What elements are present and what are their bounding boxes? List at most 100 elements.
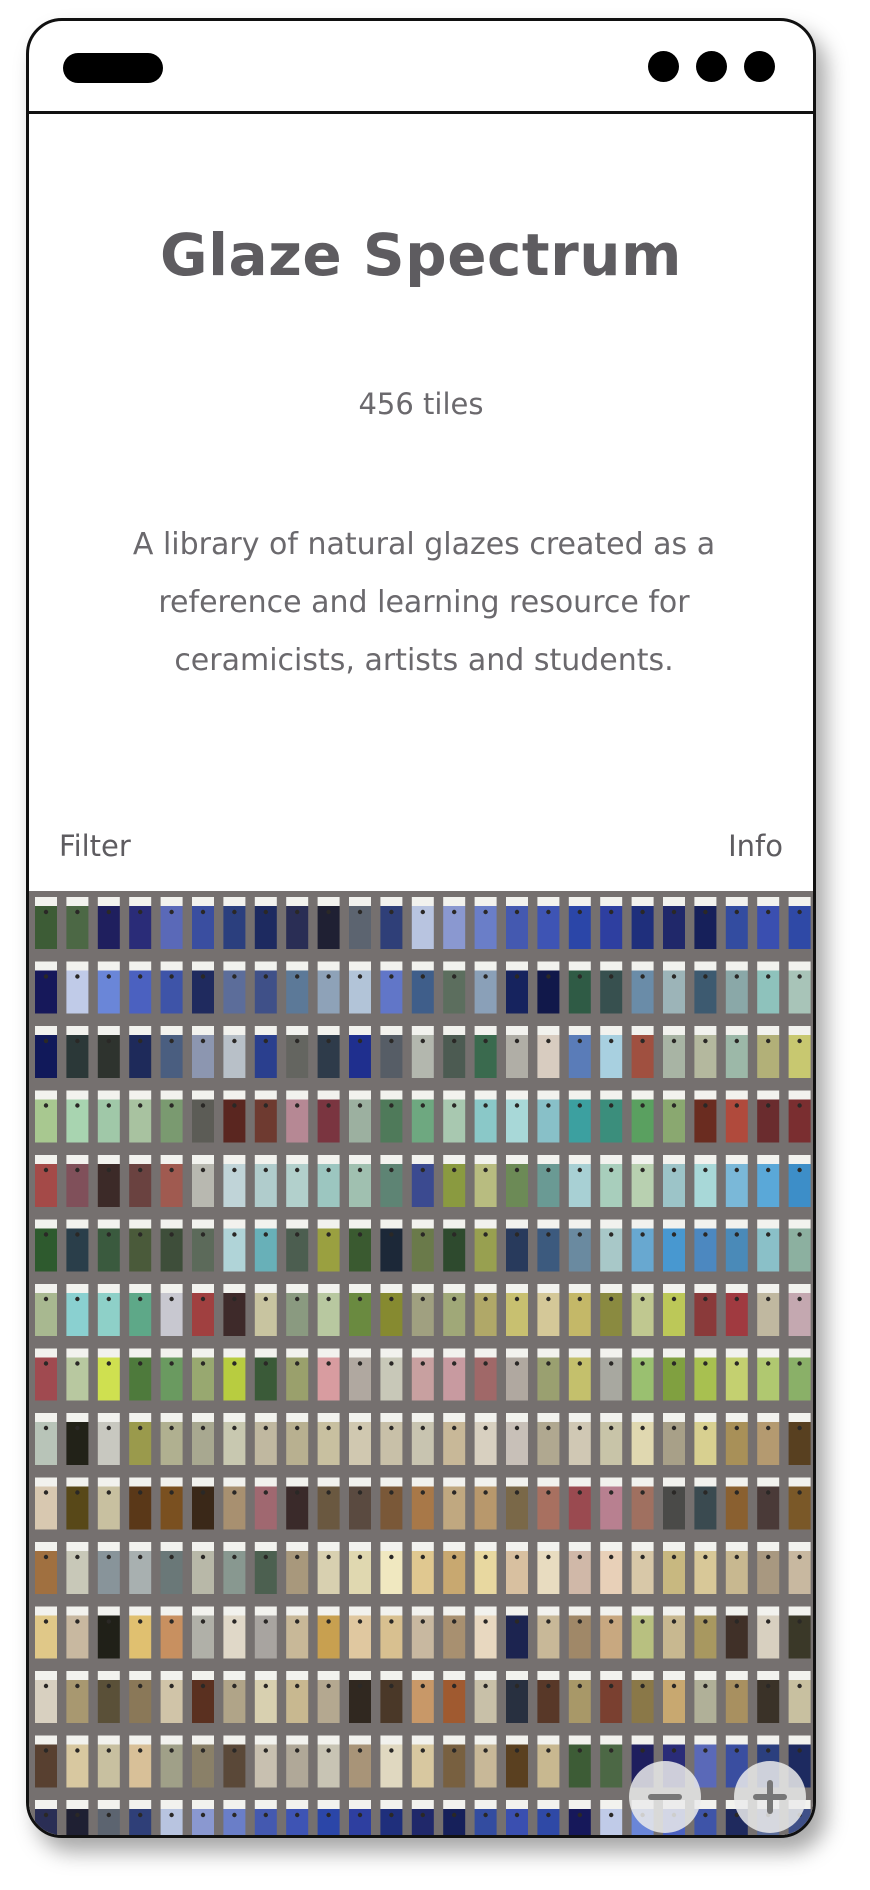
- glaze-tile[interactable]: [631, 1542, 654, 1594]
- glaze-tile[interactable]: [223, 1477, 246, 1530]
- glaze-tile[interactable]: [254, 897, 277, 949]
- glaze-tile[interactable]: [757, 1477, 780, 1530]
- glaze-tile[interactable]: [568, 1542, 591, 1594]
- glaze-tile[interactable]: [757, 897, 780, 949]
- glaze-tile[interactable]: [286, 1284, 309, 1336]
- glaze-tile[interactable]: [631, 1026, 654, 1078]
- glaze-tile[interactable]: [35, 1090, 57, 1143]
- glaze-tile[interactable]: [192, 1542, 214, 1594]
- glaze-tile[interactable]: [757, 1219, 780, 1272]
- glaze-tile[interactable]: [317, 1800, 340, 1838]
- glaze-tile[interactable]: [568, 1800, 591, 1838]
- glaze-tile[interactable]: [349, 1800, 371, 1838]
- glaze-tile[interactable]: [129, 961, 152, 1014]
- glaze-tile[interactable]: [66, 1671, 89, 1723]
- glaze-tile[interactable]: [349, 1606, 371, 1659]
- glaze-tile[interactable]: [223, 1026, 246, 1078]
- glaze-tile[interactable]: [380, 1219, 403, 1272]
- glaze-tile[interactable]: [474, 961, 497, 1014]
- glaze-tile[interactable]: [254, 1219, 277, 1272]
- glaze-tile[interactable]: [757, 1542, 780, 1594]
- glaze-tile[interactable]: [286, 1348, 309, 1401]
- glaze-tile[interactable]: [97, 1284, 120, 1336]
- glaze-tile[interactable]: [160, 1090, 183, 1143]
- glaze-tile[interactable]: [35, 961, 57, 1014]
- glaze-tile[interactable]: [631, 1219, 654, 1272]
- glaze-tile[interactable]: [192, 1735, 214, 1788]
- glaze-tile[interactable]: [129, 1348, 152, 1401]
- glaze-tile[interactable]: [223, 1155, 246, 1207]
- glaze-tile[interactable]: [443, 1219, 466, 1272]
- glaze-tile[interactable]: [600, 1026, 623, 1078]
- glaze-tile[interactable]: [380, 1155, 403, 1207]
- info-button[interactable]: Info: [728, 829, 783, 863]
- glaze-tile[interactable]: [631, 1606, 654, 1659]
- glaze-tile[interactable]: [286, 1671, 309, 1723]
- glaze-tile[interactable]: [317, 1026, 340, 1078]
- glaze-tile[interactable]: [537, 1090, 560, 1143]
- glaze-tile[interactable]: [788, 1348, 811, 1401]
- glaze-tile[interactable]: [411, 1284, 434, 1336]
- glaze-tile[interactable]: [411, 1090, 434, 1143]
- glaze-tile[interactable]: [223, 1800, 246, 1838]
- glaze-tile[interactable]: [192, 897, 214, 949]
- glaze-tile[interactable]: [600, 1735, 623, 1788]
- glaze-tile[interactable]: [694, 1090, 717, 1143]
- glaze-tile[interactable]: [506, 897, 528, 949]
- glaze-tile[interactable]: [694, 1155, 717, 1207]
- glaze-tile[interactable]: [160, 1284, 183, 1336]
- glaze-tile[interactable]: [254, 1284, 277, 1336]
- glaze-tile[interactable]: [66, 897, 89, 949]
- glaze-tile[interactable]: [474, 1155, 497, 1207]
- glaze-tile[interactable]: [788, 1284, 811, 1336]
- glaze-tile[interactable]: [568, 1348, 591, 1401]
- glaze-tile[interactable]: [725, 1413, 748, 1465]
- glaze-tile[interactable]: [631, 1671, 654, 1723]
- glaze-tile[interactable]: [694, 961, 717, 1014]
- glaze-tile[interactable]: [129, 1090, 152, 1143]
- glaze-tile[interactable]: [317, 961, 340, 1014]
- glaze-tile[interactable]: [725, 1606, 748, 1659]
- glaze-tile[interactable]: [600, 1155, 623, 1207]
- glaze-tile[interactable]: [317, 1284, 340, 1336]
- glaze-tile[interactable]: [725, 961, 748, 1014]
- glaze-tile[interactable]: [192, 1026, 214, 1078]
- glaze-tile[interactable]: [757, 1606, 780, 1659]
- glaze-tile[interactable]: [506, 1606, 528, 1659]
- glaze-tile[interactable]: [97, 1606, 120, 1659]
- glaze-tile[interactable]: [66, 1413, 89, 1465]
- glaze-tile[interactable]: [474, 1606, 497, 1659]
- glaze-tile[interactable]: [380, 1735, 403, 1788]
- glaze-tile[interactable]: [537, 1606, 560, 1659]
- glaze-tile[interactable]: [35, 1800, 57, 1838]
- glaze-tile[interactable]: [349, 1090, 371, 1143]
- glaze-tile[interactable]: [129, 1606, 152, 1659]
- glaze-tile[interactable]: [317, 1413, 340, 1465]
- glaze-tile[interactable]: [537, 1477, 560, 1530]
- glaze-tile[interactable]: [411, 1348, 434, 1401]
- glaze-tile[interactable]: [411, 897, 434, 949]
- glaze-tile[interactable]: [254, 1413, 277, 1465]
- glaze-tile[interactable]: [757, 1413, 780, 1465]
- glaze-tile[interactable]: [97, 1477, 120, 1530]
- glaze-tile[interactable]: [380, 1477, 403, 1530]
- glaze-tile[interactable]: [66, 1542, 89, 1594]
- glaze-tile[interactable]: [788, 1671, 811, 1723]
- glaze-tile[interactable]: [223, 1671, 246, 1723]
- glaze-tile[interactable]: [349, 1026, 371, 1078]
- glaze-tile[interactable]: [788, 1219, 811, 1272]
- glaze-tile[interactable]: [788, 1090, 811, 1143]
- glaze-tile[interactable]: [443, 961, 466, 1014]
- glaze-tile[interactable]: [97, 1026, 120, 1078]
- glaze-tile[interactable]: [600, 1671, 623, 1723]
- glaze-tile[interactable]: [663, 1477, 685, 1530]
- glaze-tile[interactable]: [537, 1735, 560, 1788]
- glaze-tile[interactable]: [663, 1026, 685, 1078]
- glaze-tile[interactable]: [663, 1671, 685, 1723]
- glaze-tile[interactable]: [129, 1542, 152, 1594]
- glaze-tile[interactable]: [663, 961, 685, 1014]
- glaze-tile[interactable]: [443, 1671, 466, 1723]
- glaze-tile[interactable]: [474, 1219, 497, 1272]
- glaze-tile[interactable]: [663, 1606, 685, 1659]
- glaze-tile[interactable]: [380, 1348, 403, 1401]
